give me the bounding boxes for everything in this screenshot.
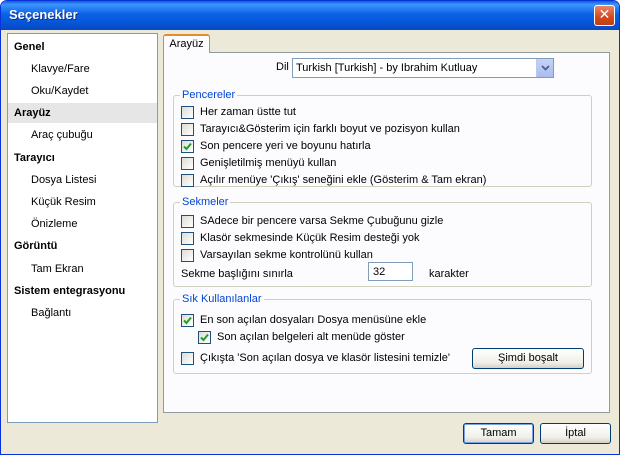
title-bar[interactable]: Seçenekler ✕	[1, 1, 619, 30]
nav-item-dosya-listesi[interactable]: Dosya Listesi	[8, 170, 157, 190]
category-list: Genel Klavye/Fare Oku/Kaydet Arayüz Araç…	[7, 33, 158, 423]
nav-item-label: Araç çubuğu	[31, 129, 93, 141]
chevron-down-icon	[541, 65, 550, 71]
nav-item-kucuk-resim[interactable]: Küçük Resim	[8, 192, 157, 212]
nav-item-tam-ekran[interactable]: Tam Ekran	[8, 259, 157, 279]
nav-item-arayuz[interactable]: Arayüz	[8, 103, 157, 123]
nav-item-label: Tarayıcı	[14, 152, 55, 164]
checkbox[interactable]	[181, 215, 194, 228]
language-label: Dil	[276, 61, 289, 73]
nav-item-label: Klavye/Fare	[31, 63, 90, 75]
checkbox[interactable]	[181, 314, 194, 327]
ok-button[interactable]: Tamam	[463, 423, 534, 444]
nav-item-oku-kaydet[interactable]: Oku/Kaydet	[8, 81, 157, 101]
tab-arayuz[interactable]: Arayüz	[163, 34, 210, 53]
nav-item-label: Genel	[14, 41, 45, 53]
checkbox[interactable]	[181, 174, 194, 187]
nav-item-label: Oku/Kaydet	[31, 85, 89, 97]
nav-item-genel[interactable]: Genel	[8, 37, 157, 57]
clear-now-button[interactable]: Şimdi boşalt	[472, 348, 584, 369]
option-label: Her zaman üstte tut	[200, 106, 296, 118]
option-label: En son açılan dosyaları Dosya menüsüne e…	[200, 314, 427, 326]
option-label: Tarayıcı&Gösterim için farklı boyut ve p…	[200, 123, 460, 135]
tab-label: Arayüz	[169, 38, 204, 50]
option-label: Son açılan belgeleri alt menüde göster	[217, 331, 405, 343]
group-title: Pencereler	[180, 89, 238, 101]
option-label: Genişletilmiş menüyü kullan	[200, 157, 337, 169]
option-label: Son pencere yeri ve boyunu hatırla	[200, 140, 371, 152]
nav-item-label: Arayüz	[14, 107, 51, 119]
nav-item-label: Küçük Resim	[31, 196, 96, 208]
checkmark-icon	[200, 333, 209, 342]
option-label: Varsayılan sekme kontrolünü kullan	[200, 249, 373, 261]
nav-item-label: Sistem entegrasyonu	[14, 285, 126, 297]
tab-title-limit-label: Sekme başlığını sınırla	[181, 268, 293, 280]
nav-item-onizleme[interactable]: Önizleme	[8, 214, 157, 234]
windows-group: Pencereler Her zaman üstte tut Tarayıcı&…	[173, 89, 592, 187]
checkbox[interactable]	[181, 157, 194, 170]
tabs-group: Sekmeler SAdece bir pencere varsa Sekme …	[173, 196, 592, 287]
checkbox[interactable]	[181, 232, 194, 245]
nav-item-label: Önizleme	[31, 218, 78, 230]
language-select[interactable]: Turkish [Turkish] - by Ibrahim Kutluay	[292, 58, 554, 78]
checkbox[interactable]	[181, 249, 194, 262]
cancel-button[interactable]: İptal	[540, 423, 611, 444]
tab-title-limit-input[interactable]	[368, 262, 413, 281]
language-dropdown-button[interactable]	[536, 59, 553, 77]
nav-item-label: Görüntü	[14, 240, 58, 252]
option-label: Klasör sekmesinde Küçük Resim desteği yo…	[200, 232, 420, 244]
recent-group: Sık Kullanılanlar En son açılan dosyalar…	[173, 293, 592, 374]
checkbox[interactable]	[181, 123, 194, 136]
nav-item-klavye-fare[interactable]: Klavye/Fare	[8, 59, 157, 79]
tab-panel: Dil Turkish [Turkish] - by Ibrahim Kutlu…	[163, 52, 610, 413]
nav-item-label: Dosya Listesi	[31, 174, 97, 186]
nav-item-sistem-entegrasyonu[interactable]: Sistem entegrasyonu	[8, 281, 157, 301]
nav-item-tarayici[interactable]: Tarayıcı	[8, 148, 157, 168]
close-icon: ✕	[598, 7, 611, 23]
option-label: Açılır menüye 'Çıkış' seneğini ekle (Gös…	[200, 174, 487, 186]
nav-item-baglanti[interactable]: Bağlantı	[8, 303, 157, 323]
nav-item-label: Tam Ekran	[31, 263, 84, 275]
nav-item-arac-cubugu[interactable]: Araç çubuğu	[8, 125, 157, 145]
checkbox[interactable]	[181, 140, 194, 153]
option-label: SAdece bir pencere varsa Sekme Çubuğunu …	[200, 215, 444, 227]
tab-title-limit-unit: karakter	[429, 268, 469, 280]
checkbox[interactable]	[198, 331, 211, 344]
close-button[interactable]: ✕	[594, 5, 615, 26]
group-title: Sekmeler	[180, 196, 231, 208]
window-title: Seçenekler	[9, 7, 78, 22]
group-title: Sık Kullanılanlar	[180, 293, 264, 305]
checkmark-icon	[183, 142, 192, 151]
language-value: Turkish [Turkish] - by Ibrahim Kutluay	[296, 62, 478, 74]
option-label: Çıkışta 'Son açılan dosya ve klasör list…	[200, 352, 450, 364]
options-dialog: Seçenekler ✕ Genel Klavye/Fare Oku/Kayde…	[0, 0, 620, 455]
checkmark-icon	[183, 316, 192, 325]
nav-item-goruntu[interactable]: Görüntü	[8, 236, 157, 256]
checkbox[interactable]	[181, 352, 194, 365]
checkbox[interactable]	[181, 106, 194, 119]
nav-item-label: Bağlantı	[31, 307, 72, 319]
